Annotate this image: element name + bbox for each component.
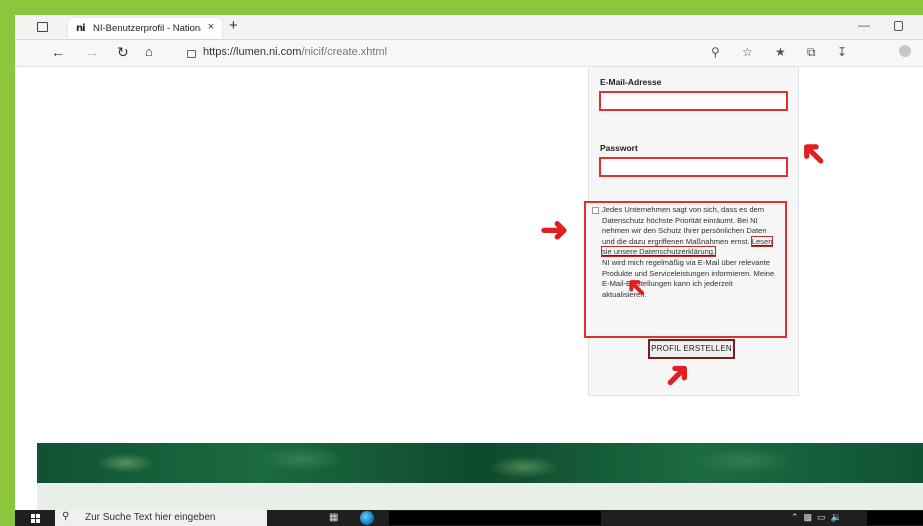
maximize-button[interactable] (894, 21, 903, 31)
url-field[interactable]: https://lumen.ni.com/nicif/create.xhtml (179, 43, 869, 63)
taskbar-apps (389, 511, 601, 525)
email-field[interactable] (599, 91, 788, 111)
consent-text-privacy: Jedes Unternehmen sagt von sich, dass es… (602, 205, 767, 246)
collections-icon[interactable]: ⧉ (807, 45, 816, 60)
url-text: https://lumen.ni.com/nicif/create.xhtml (203, 46, 388, 58)
password-label: Passwort (600, 143, 638, 153)
footer-banner (37, 443, 923, 483)
create-profile-button[interactable]: PROFIL ERSTELLEN (648, 339, 735, 359)
profile-icon[interactable] (899, 45, 911, 57)
tab-bar: ni NI-Benutzerprofil - National Instrume… (15, 15, 923, 40)
reload-icon[interactable]: ↻ (117, 44, 129, 61)
ni-logo-icon: ni (76, 23, 85, 34)
favorites-icon[interactable]: ★ (775, 45, 786, 59)
taskbar: ⚲ Zur Suche Text hier eingeben ▦ ⌃ ▩ ▭ 🔉 (15, 510, 923, 526)
taskbar-search-placeholder: Zur Suche Text hier eingeben (85, 512, 216, 523)
taskbar-search[interactable]: ⚲ Zur Suche Text hier eingeben (55, 510, 267, 526)
add-favorite-icon[interactable]: ☆ (742, 45, 753, 59)
windows-start-icon[interactable] (31, 514, 40, 523)
window-icon[interactable] (37, 22, 48, 32)
lock-icon (187, 50, 196, 58)
search-icon: ⚲ (62, 511, 70, 522)
download-icon[interactable]: ↧ (837, 45, 847, 59)
back-icon[interactable]: ← (51, 44, 65, 60)
registration-form: E-Mail-Adresse Passwort Jedes Unternehme… (584, 67, 799, 396)
address-bar: ← → ↻ ⌂ https://lumen.ni.com/nicif/creat… (15, 40, 923, 67)
annotation-arrow-icon: ➜ (540, 211, 569, 249)
close-tab-icon[interactable]: × (208, 21, 214, 33)
password-field[interactable] (599, 157, 788, 177)
home-icon[interactable]: ⌂ (145, 44, 153, 59)
system-tray[interactable]: ⌃ ▩ ▭ 🔉 (791, 512, 842, 523)
footer-strip (37, 483, 923, 510)
tab-title: NI-Benutzerprofil - National Instruments (93, 23, 201, 34)
page-content: E-Mail-Adresse Passwort Jedes Unternehme… (15, 67, 923, 489)
consent-checkbox[interactable] (592, 207, 599, 214)
zoom-icon[interactable]: ⚲ (711, 45, 720, 59)
consent-section: Jedes Unternehmen sagt von sich, dass es… (584, 201, 787, 338)
browser-tab[interactable]: ni NI-Benutzerprofil - National Instrume… (68, 18, 222, 39)
screenshot-frame: ni NI-Benutzerprofil - National Instrume… (15, 15, 923, 526)
clock-area (867, 511, 923, 525)
minimize-button[interactable]: — (858, 18, 870, 32)
task-view-icon[interactable]: ▦ (329, 512, 338, 523)
new-tab-button[interactable]: + (229, 17, 238, 34)
forward-icon[interactable]: → (85, 44, 99, 60)
email-label: E-Mail-Adresse (600, 77, 662, 87)
edge-icon[interactable] (360, 511, 374, 525)
